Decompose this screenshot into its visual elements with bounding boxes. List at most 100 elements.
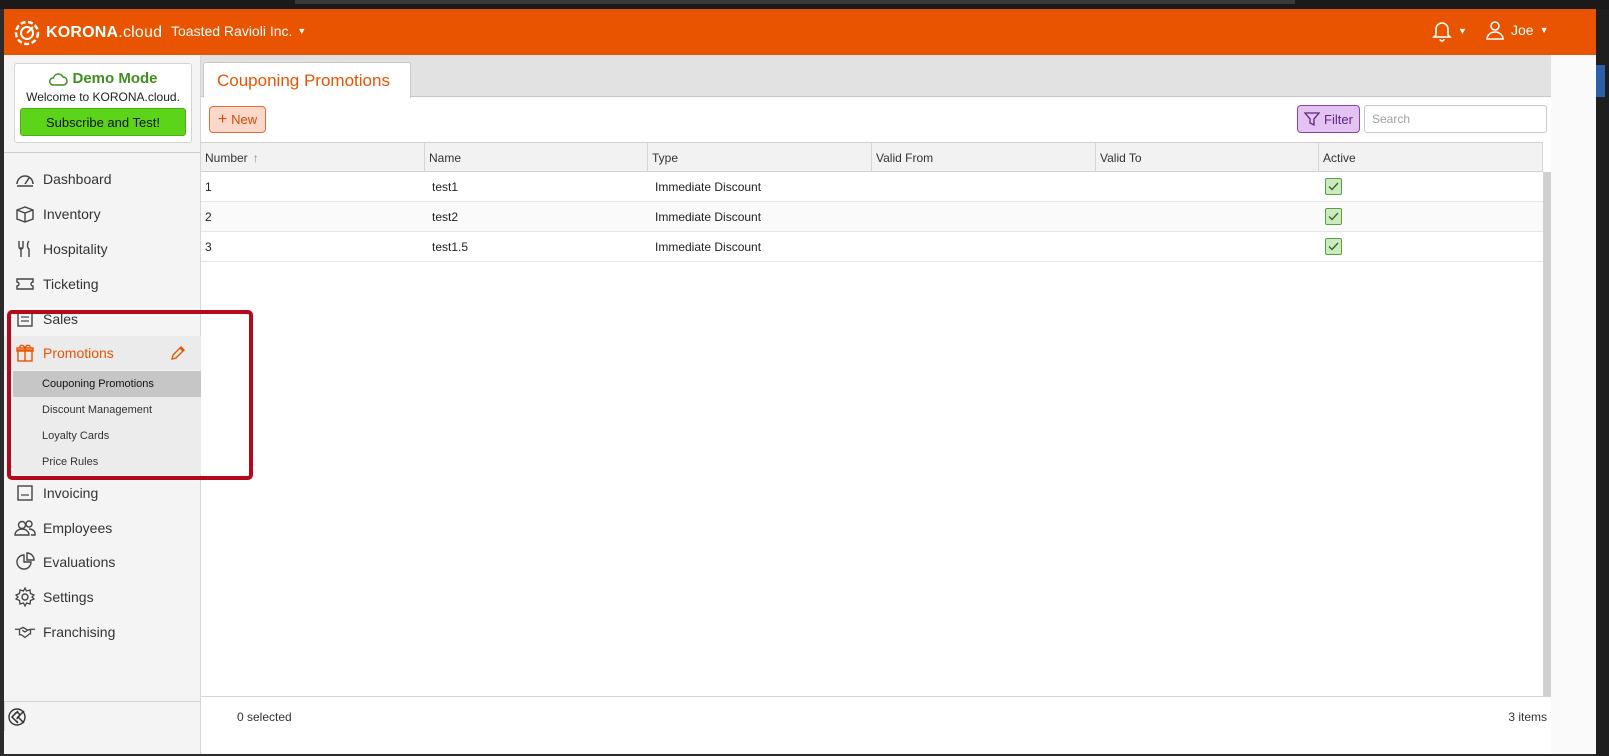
sidebar-item-invoicing[interactable]: Invoicing: [4, 476, 201, 510]
dashboard-icon: [14, 168, 36, 190]
sidebar-item-label: Settings: [43, 589, 94, 605]
sidebar-subitem-couponing-promotions[interactable]: Couponing Promotions: [13, 371, 201, 397]
plus-icon: +: [217, 110, 228, 128]
column-header-name[interactable]: Name: [425, 143, 648, 172]
column-header-number[interactable]: Number ↑: [201, 143, 425, 172]
double-chevron-left-icon: [10, 709, 25, 724]
sort-ascending-icon: ↑: [252, 150, 259, 165]
organization-selector[interactable]: Toasted Ravioli Inc. ▼: [171, 23, 306, 39]
new-button[interactable]: + New: [209, 106, 266, 133]
korona-logo[interactable]: KORONA.cloud: [12, 18, 162, 48]
demo-title: Demo Mode: [15, 70, 191, 87]
column-header-type[interactable]: Type: [648, 143, 872, 172]
cell-type: Immediate Discount: [655, 179, 762, 194]
tab-bar: Couponing Promotions: [201, 55, 1551, 98]
cell-name: test1: [432, 179, 459, 194]
sidebar-item-label: Employees: [43, 520, 113, 536]
top-header: KORONA.cloud Toasted Ravioli Inc. ▼ ▼ Jo…: [4, 9, 1596, 55]
sidebar-item-label: Hospitality: [43, 241, 108, 257]
cutlery-icon: [14, 238, 36, 260]
people-icon: [14, 517, 36, 539]
sidebar-item-evaluations[interactable]: Evaluations: [4, 545, 201, 579]
sidebar-item-label: Promotions: [43, 345, 114, 361]
sidebar-item-employees[interactable]: Employees: [4, 511, 201, 545]
user-menu[interactable]: Joe ▼: [1485, 20, 1549, 40]
ticket-icon: [14, 273, 36, 295]
column-header-valid-from[interactable]: Valid From: [872, 143, 1096, 172]
brand-text: KORONA.cloud: [46, 24, 163, 41]
demo-mode-panel: Demo Mode Welcome to KORONA.cloud. Subsc…: [14, 63, 192, 143]
subscribe-button[interactable]: Subscribe and Test!: [20, 108, 186, 136]
selection-count: 0 selected: [237, 710, 292, 724]
sidebar-item-settings[interactable]: Settings: [4, 580, 201, 614]
cell-number: 2: [205, 209, 212, 224]
search-input[interactable]: [1364, 105, 1547, 133]
sidebar-item-label: Evaluations: [43, 554, 116, 570]
sidebar-item-ticketing[interactable]: Ticketing: [4, 267, 201, 301]
sidebar-item-sales[interactable]: Sales: [4, 302, 201, 336]
bell-icon: [1432, 22, 1452, 42]
sidebar-item-label: Franchising: [43, 624, 116, 640]
sidebar-item-promotions[interactable]: Promotions: [4, 336, 201, 370]
organization-name: Toasted Ravioli Inc.: [171, 23, 293, 39]
sidebar-subitem-discount-management[interactable]: Discount Management: [13, 397, 201, 423]
cell-type: Immediate Discount: [655, 239, 762, 254]
sidebar-item-label: Invoicing: [43, 485, 99, 501]
box-icon: [14, 203, 36, 225]
gift-icon: [14, 342, 36, 364]
sidebar-item-franchising[interactable]: Franchising: [4, 615, 201, 649]
sidebar-subitem-loyalty-cards[interactable]: Loyalty Cards: [13, 423, 201, 449]
cell-number: 3: [205, 239, 212, 254]
divider: [4, 152, 201, 153]
chevron-down-icon: ▼: [297, 26, 307, 36]
korona-logo-icon: [14, 20, 40, 46]
cell-name: test2: [432, 209, 459, 224]
table-footer: 0 selected 3 items: [201, 696, 1551, 736]
demo-welcome-text: Welcome to KORONA.cloud.: [26, 90, 180, 104]
chevron-down-icon: ▼: [1539, 25, 1549, 35]
checkmark-icon[interactable]: [1325, 238, 1342, 255]
table-row[interactable]: 3 test1.5 Immediate Discount: [201, 232, 1543, 262]
collapse-sidebar-button[interactable]: [4, 702, 27, 731]
column-header-active[interactable]: Active: [1319, 143, 1543, 172]
sidebar-item-dashboard[interactable]: Dashboard: [4, 162, 201, 196]
item-count: 3 items: [1508, 710, 1547, 724]
main-content: Couponing Promotions + New Filter Number…: [201, 55, 1596, 754]
pie-chart-icon: [14, 551, 36, 573]
filter-button-label: Filter: [1324, 111, 1353, 127]
cell-name: test1.5: [432, 239, 469, 254]
filter-button[interactable]: Filter: [1297, 105, 1360, 133]
notifications-button[interactable]: ▼: [1432, 20, 1467, 42]
sidebar-item-inventory[interactable]: Inventory: [4, 197, 201, 231]
sidebar: Demo Mode Welcome to KORONA.cloud. Subsc…: [4, 55, 201, 754]
right-gutter: [1551, 55, 1596, 754]
cloud-icon: [49, 72, 69, 86]
sidebar-item-label: Ticketing: [43, 276, 99, 292]
pencil-icon[interactable]: [169, 344, 187, 365]
tab-couponing-promotions[interactable]: Couponing Promotions: [203, 62, 411, 98]
table-row[interactable]: 2 test2 Immediate Discount: [201, 202, 1543, 232]
window-edge: [1596, 9, 1609, 756]
table-header: Number ↑ Name Type Valid From Valid To A…: [201, 142, 1543, 172]
column-header-valid-to[interactable]: Valid To: [1096, 143, 1319, 172]
cell-active: [1321, 172, 1342, 201]
checkmark-icon[interactable]: [1325, 208, 1342, 225]
user-name: Joe: [1511, 22, 1534, 38]
checkmark-icon[interactable]: [1325, 178, 1342, 195]
gear-icon: [14, 586, 36, 608]
browser-top-strip: [0, 0, 1609, 9]
sidebar-item-hospitality[interactable]: Hospitality: [4, 232, 201, 266]
toolbar: + New Filter: [201, 98, 1551, 142]
app-window: KORONA.cloud Toasted Ravioli Inc. ▼ ▼ Jo…: [4, 9, 1596, 754]
invoice-icon: [14, 482, 36, 504]
table-scrollbar[interactable]: [1543, 172, 1551, 696]
new-button-label: New: [231, 112, 258, 127]
handshake-icon: [14, 621, 36, 643]
cell-number: 1: [205, 179, 212, 194]
cell-active: [1321, 232, 1342, 261]
filter-icon: [1304, 112, 1321, 127]
sidebar-subitem-price-rules[interactable]: Price Rules: [13, 449, 201, 475]
table-row[interactable]: 1 test1 Immediate Discount: [201, 172, 1543, 202]
sidebar-footer: [4, 701, 201, 739]
sidebar-item-label: Dashboard: [43, 171, 112, 187]
